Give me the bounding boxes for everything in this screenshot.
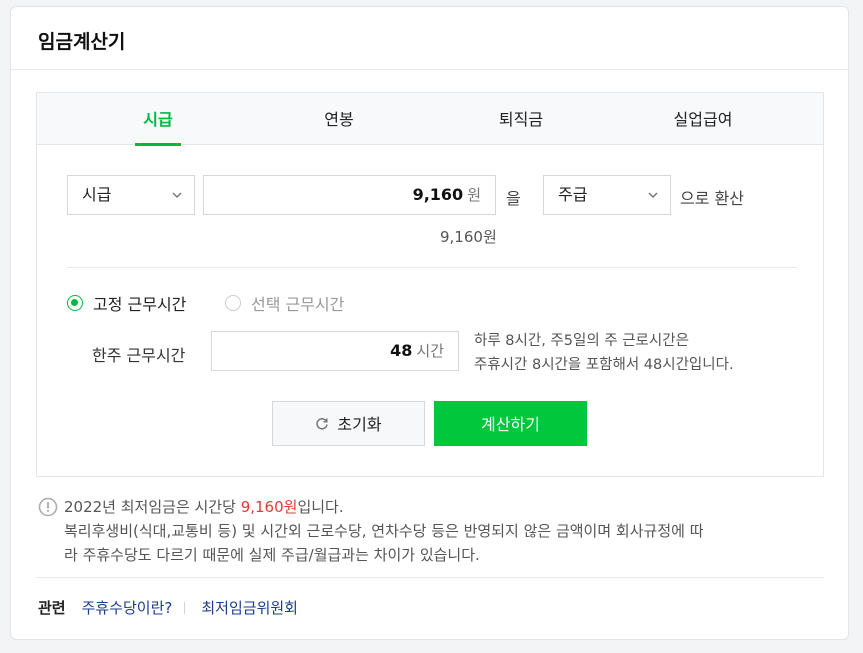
link-minimum-wage-commission[interactable]: 최저임금위원회 [201, 597, 298, 618]
from-unit-select[interactable]: 시급 [67, 175, 195, 215]
radio-unchecked-icon [225, 295, 241, 311]
flexible-hours-radio[interactable]: 선택 근무시간 [225, 291, 344, 315]
notice-line1-post: 입니다. [297, 498, 344, 516]
minimum-wage-highlight: 9,160원 [240, 498, 298, 516]
reset-button-label: 초기화 [337, 415, 382, 434]
amount-unit: 원 [467, 186, 481, 204]
hours-description: 하루 8시간, 주5일의 주 근로시간은 주휴시간 8시간을 포함해서 48시간… [474, 329, 734, 377]
tab-hourly[interactable]: 시급 [135, 93, 181, 146]
flexible-hours-label: 선택 근무시간 [251, 295, 345, 314]
calculate-button[interactable]: 계산하기 [434, 401, 587, 446]
refresh-icon [316, 418, 329, 430]
hours-description-line2: 주휴시간 8시간을 포함해서 48시간입니다. [474, 357, 734, 373]
hours-description-line1: 하루 8시간, 주5일의 주 근로시간은 [474, 333, 689, 349]
related-links: 관련 주휴수당이란? 최저임금위원회 [38, 597, 298, 618]
notice-line2: 복리후생비(식대,교통비 등) 및 시간외 근로수당, 연차수당 등은 반영되지… [64, 522, 704, 540]
footer-divider [36, 577, 824, 578]
notice-line1-pre: 2022년 최저임금은 시간당 [64, 498, 241, 516]
chevron-down-icon [648, 192, 658, 199]
amount-value: 9,160 [412, 185, 464, 204]
amount-input[interactable]: 9,160 원 [203, 175, 496, 215]
hours-unit: 시간 [416, 342, 444, 360]
hours-value: 48 [390, 341, 413, 360]
link-separator [184, 601, 186, 614]
weekly-hours-input[interactable]: 48 시간 [211, 331, 459, 371]
title-divider [11, 69, 848, 70]
convert-suffix: 으로 환산 [680, 189, 744, 208]
tab-bar: 시급 연봉 퇴직금 실업급여 [37, 93, 823, 146]
tab-severance[interactable]: 퇴직금 [491, 93, 551, 145]
tab-unemployment-benefit[interactable]: 실업급여 [665, 93, 741, 145]
reset-button[interactable]: 초기화 [272, 401, 425, 446]
weekly-hours-label: 한주 근무시간 [92, 346, 186, 365]
card-title: 임금계산기 [38, 31, 126, 53]
wage-calculator-card: 임금계산기 시급 연봉 퇴직금 실업급여 시급 9,160 원 을 주급 으로 환… [10, 6, 849, 640]
related-label: 관련 [38, 599, 66, 617]
to-unit-select[interactable]: 주급 [543, 175, 671, 215]
tab-annual-salary[interactable]: 연봉 [317, 93, 361, 145]
section-divider [67, 267, 797, 268]
chevron-down-icon [172, 192, 182, 199]
fixed-hours-radio[interactable]: 고정 근무시간 [67, 291, 186, 315]
fixed-hours-label: 고정 근무시간 [93, 295, 187, 314]
notice-line1: 2022년 최저임금은 시간당 9,160원입니다. [64, 495, 824, 519]
from-unit-value: 시급 [82, 185, 112, 204]
notice-line3: 라 주휴수당도 다르기 때문에 실제 주급/월급과는 차이가 있습니다. [64, 546, 480, 564]
conversion-result: 9,160원 [440, 228, 497, 246]
link-weekly-holiday-allowance[interactable]: 주휴수당이란? [82, 597, 173, 618]
exclamation-circle-icon [38, 497, 58, 517]
particle-text: 을 [506, 189, 521, 208]
radio-checked-icon [67, 295, 83, 311]
to-unit-value: 주급 [558, 185, 588, 204]
calculator-panel: 시급 연봉 퇴직금 실업급여 시급 9,160 원 을 주급 으로 환산 9,16… [36, 92, 824, 477]
